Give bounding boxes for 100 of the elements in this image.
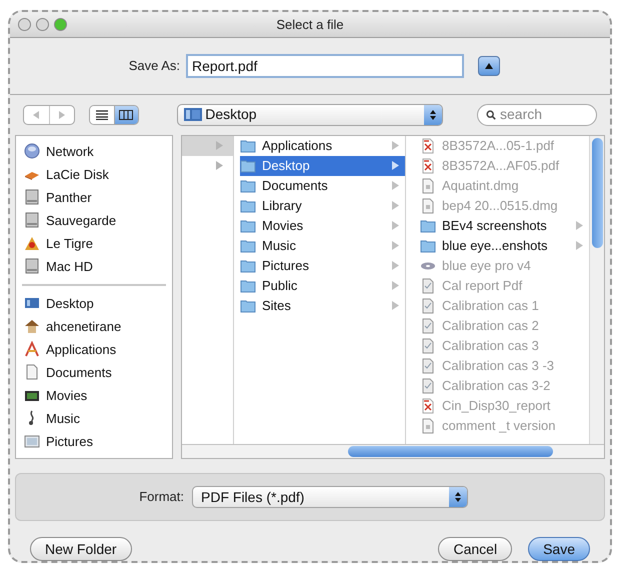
sidebar-item[interactable]: Applications (16, 338, 172, 361)
browser-row[interactable]: Desktop (240, 156, 405, 176)
stepper-icon (449, 487, 467, 508)
file-icon (420, 178, 436, 194)
list-icon (96, 110, 108, 120)
disclosure-arrow-icon (216, 141, 223, 150)
browser-row[interactable]: Pictures (240, 256, 405, 276)
scroll-thumb[interactable] (348, 446, 553, 458)
document-icon (420, 378, 436, 394)
cone-icon (24, 235, 40, 252)
save-button[interactable]: Save (528, 537, 590, 561)
letter-a-icon (24, 341, 40, 358)
browser-row[interactable]: Sites (240, 296, 405, 316)
forward-arrow-icon (58, 110, 66, 119)
sidebar-item[interactable]: Desktop (16, 292, 172, 315)
search-field[interactable]: search (500, 104, 588, 126)
sidebar-item[interactable]: Pictures (16, 430, 172, 453)
browser-row[interactable]: Applications (240, 136, 405, 156)
browser-row[interactable]: blue eye...enshots (420, 236, 589, 256)
new-folder-button[interactable]: New Folder (30, 537, 132, 561)
sidebar-item[interactable]: Le Tigre (16, 232, 172, 255)
file-icon (420, 418, 436, 434)
document-icon (420, 298, 436, 314)
document-icon (420, 318, 436, 334)
minimize-button[interactable] (36, 18, 49, 31)
browser-row[interactable]: Library (240, 196, 405, 216)
sidebar-item[interactable]: Sauvegarde (16, 208, 172, 232)
browser-row[interactable]: Music (240, 236, 405, 256)
columns-icon (119, 110, 134, 120)
sidebar-item[interactable]: LaCie Disk (16, 162, 172, 186)
hard-drive-icon (24, 212, 40, 228)
list-view-button[interactable] (90, 106, 115, 124)
disclosure-arrow-icon (392, 261, 399, 270)
sidebar-item[interactable]: Movies (16, 384, 172, 407)
hard-drive-icon (24, 258, 40, 274)
back-arrow-icon (32, 110, 40, 119)
format-popup[interactable]: PDF Files (*.pdf) (192, 486, 468, 508)
search-field[interactable]: search (477, 104, 597, 126)
sidebar-item[interactable]: ahcenetirane (16, 314, 172, 338)
scroll-thumb[interactable] (592, 138, 602, 248)
save-as-label: Save As: (128, 57, 180, 76)
document-icon (420, 358, 436, 374)
globe-icon (24, 143, 40, 160)
folder-icon (240, 218, 256, 234)
picture-frame-icon (24, 433, 40, 450)
stepper-icon (424, 104, 442, 125)
disclosure-arrow-icon (392, 281, 399, 290)
folder-icon (240, 298, 256, 314)
folder-icon (240, 278, 256, 294)
folder-icon (420, 238, 436, 254)
pdf-file-icon (420, 158, 436, 174)
desktop-icon (184, 108, 202, 122)
disclosure-arrow-icon (576, 241, 583, 250)
cancel-button[interactable]: Cancel (438, 537, 512, 561)
sidebar-item[interactable]: Network (16, 140, 172, 163)
hard-drive-icon (24, 189, 40, 206)
disclosure-arrow-icon (392, 141, 399, 150)
browser-row[interactable]: Documents (240, 176, 405, 196)
disclosure-arrow-icon (392, 161, 399, 170)
folder-icon (240, 198, 256, 214)
file-icon (420, 198, 436, 214)
column-view-button[interactable] (114, 106, 138, 124)
folder-icon (420, 218, 436, 234)
window-title: Select a file (276, 16, 344, 34)
document-icon (420, 278, 436, 294)
pdf-file-icon (420, 138, 436, 154)
house-icon (24, 318, 40, 334)
disclosure-arrow-icon (392, 241, 399, 250)
folder-icon (240, 178, 256, 194)
disclosure-arrow-icon (216, 161, 223, 170)
close-button[interactable] (18, 18, 31, 31)
sidebar-item[interactable]: Documents (16, 360, 172, 384)
folder-icon (240, 138, 256, 154)
document-icon (420, 338, 436, 354)
sidebar-item[interactable]: Mac HD (16, 254, 172, 278)
browser-row[interactable] (182, 136, 233, 156)
search-icon (486, 108, 496, 121)
horizontal-scrollbar[interactable] (182, 444, 604, 458)
folder-icon (240, 238, 256, 254)
sidebar-item[interactable]: Music (16, 406, 172, 430)
zoom-button[interactable] (54, 18, 67, 31)
document-icon (24, 364, 40, 380)
browser-row[interactable]: Movies (240, 216, 405, 236)
expand-button[interactable] (478, 56, 500, 76)
disclosure-arrow-icon (392, 201, 399, 210)
sidebar-item[interactable]: Panther (16, 186, 172, 209)
format-label: Format: (138, 488, 184, 506)
location-popup[interactable]: Desktop (177, 104, 443, 126)
browser-row[interactable]: BEv4 screenshots (420, 216, 589, 236)
disclosure-arrow-icon (392, 301, 399, 310)
disclosure-arrow-icon (576, 221, 583, 230)
browser-row[interactable]: Public (240, 276, 405, 296)
vertical-scrollbar[interactable] (589, 136, 604, 444)
pdf-file-icon (420, 398, 436, 414)
triangle-icon (484, 62, 494, 70)
folder-icon (240, 158, 256, 174)
filename-field[interactable]: Report.pdf (186, 54, 464, 78)
disclosure-arrow-icon (392, 221, 399, 230)
disclosure-arrow-icon (392, 181, 399, 190)
folder-icon (240, 258, 256, 274)
